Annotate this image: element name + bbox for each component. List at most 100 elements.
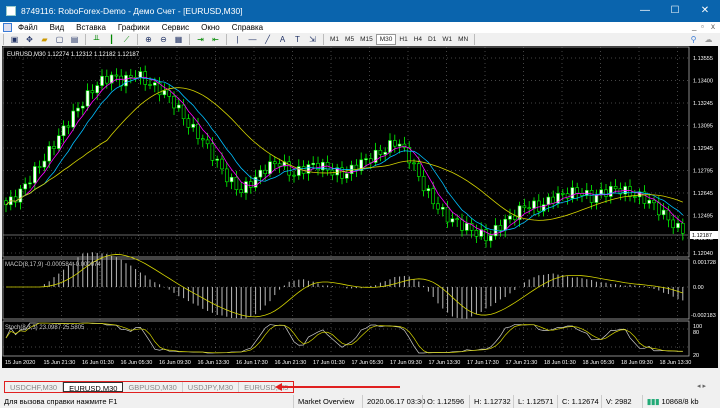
candle-body xyxy=(23,183,28,190)
candle-body xyxy=(90,90,95,94)
stoch-label: Stoch(8,3,3) 23.0987 25.5805 xyxy=(5,325,85,331)
status-profile[interactable]: Market Overview xyxy=(293,395,358,408)
macd-label: MACD(8,17,9) -0.000584 -0.000074 xyxy=(5,262,101,268)
search-icon[interactable]: ⚲ xyxy=(688,34,699,45)
candle-body xyxy=(28,182,32,185)
line-chart-icon[interactable]: ⟋ xyxy=(121,34,132,45)
candle-body xyxy=(42,160,47,168)
candle-body xyxy=(172,96,176,109)
macd-pane xyxy=(3,252,688,320)
tab-eurusd-m30[interactable]: EURUSD,M30 xyxy=(63,382,124,393)
text-label-icon[interactable]: T xyxy=(292,34,303,45)
menu-file[interactable]: Файл xyxy=(18,23,38,32)
menu-help[interactable]: Справка xyxy=(232,23,263,32)
timeframe-d1[interactable]: D1 xyxy=(425,35,439,44)
vertical-line-icon[interactable]: | xyxy=(232,34,243,45)
menu-tools[interactable]: Сервис xyxy=(162,23,189,32)
status-low: L: 1.12571 xyxy=(513,395,557,408)
time-label: 18 Jun 13:30 xyxy=(660,360,692,366)
timeframe-w1[interactable]: W1 xyxy=(439,35,455,44)
stoch-signal-line xyxy=(5,322,683,354)
stoch-scale-80: 80 xyxy=(693,330,699,336)
tester-icon[interactable]: ▤ xyxy=(69,34,80,45)
text-icon[interactable]: A xyxy=(277,34,288,45)
candle-body xyxy=(445,207,450,223)
candle-body xyxy=(368,158,373,163)
trendline-icon[interactable]: ╱ xyxy=(262,34,273,45)
mdi-minimize-button[interactable]: _ xyxy=(692,22,696,31)
candle-body xyxy=(503,218,508,231)
candle-body xyxy=(522,205,527,209)
annotation-arrow xyxy=(278,386,400,388)
candle-body xyxy=(138,71,143,78)
candle-body xyxy=(191,123,195,128)
time-label: 18 Jun 09:30 xyxy=(621,360,653,366)
close-button[interactable]: ✕ xyxy=(690,0,720,22)
moving-average-line xyxy=(5,87,683,221)
price-label: 1.13400 xyxy=(693,79,713,85)
candle-body xyxy=(81,105,85,109)
autoscroll-icon[interactable]: ⇥ xyxy=(195,34,206,45)
candle-body xyxy=(628,186,632,197)
candle-body xyxy=(508,215,512,220)
moving-average-line xyxy=(5,76,684,236)
chart-shift-icon[interactable]: ⇤ xyxy=(210,34,221,45)
tab-gbpusd-m30[interactable]: GBPUSD,M30 xyxy=(123,382,183,392)
new-chart-icon[interactable]: ▣ xyxy=(9,34,20,45)
chart-canvas[interactable]: 1.13555 1.13400 1.13245 1.13095 1.12945 1.127… xyxy=(2,46,718,368)
timeframe-h1[interactable]: H1 xyxy=(396,35,410,44)
candle-body xyxy=(632,196,637,198)
profiles-icon[interactable]: ▰ xyxy=(39,34,50,45)
timeframe-m1[interactable]: M1 xyxy=(327,35,342,44)
crosshair-move-icon[interactable]: ✥ xyxy=(24,34,35,45)
tab-usdchf-m30[interactable]: USDCHF,M30 xyxy=(5,382,64,392)
mdi-close-button[interactable]: x xyxy=(711,22,715,31)
zoom-in-icon[interactable]: ⊕ xyxy=(143,34,154,45)
candle-body xyxy=(37,166,42,168)
maximize-button[interactable]: ☐ xyxy=(660,0,690,22)
zoom-out-icon[interactable]: ⊖ xyxy=(158,34,169,45)
minimize-button[interactable]: — xyxy=(630,0,660,22)
candle-body xyxy=(181,104,186,120)
candle-body xyxy=(258,169,263,178)
candles xyxy=(4,65,685,248)
chart-header: EURUSD,M30 1.12274 1.12312 1.12182 1.121… xyxy=(7,52,140,58)
bar-chart-icon[interactable]: ╨ xyxy=(91,34,102,45)
candle-body xyxy=(186,118,191,128)
candlestick-icon[interactable]: ┃ xyxy=(106,34,117,45)
candle-body xyxy=(532,200,536,209)
timeframe-m15[interactable]: M15 xyxy=(357,35,376,44)
candle-body xyxy=(647,199,652,204)
timeframe-h4[interactable]: H4 xyxy=(411,35,425,44)
time-label: 15 Jun 21:30 xyxy=(44,360,76,366)
tab-scroll-arrows[interactable]: ◂ ▸ xyxy=(697,382,706,390)
candle-body xyxy=(225,168,229,183)
chat-icon[interactable]: ☁ xyxy=(703,34,714,45)
candle-body xyxy=(263,169,268,175)
candle-body xyxy=(536,200,541,212)
time-label: 17 Jun 21:30 xyxy=(506,360,538,366)
timeframe-m5[interactable]: M5 xyxy=(342,35,357,44)
candle-body xyxy=(105,76,109,84)
candle-body xyxy=(608,186,613,197)
navigator-icon[interactable]: ▢ xyxy=(54,34,65,45)
timeframe-mn[interactable]: MN xyxy=(455,35,471,44)
menu-insert[interactable]: Вставка xyxy=(76,23,106,32)
candle-body xyxy=(589,190,594,203)
tab-usdjpy-m30[interactable]: USDJPY,M30 xyxy=(183,382,240,392)
candle-body xyxy=(52,145,56,149)
candle-body xyxy=(546,196,551,205)
menu-window[interactable]: Окно xyxy=(201,23,220,32)
tile-windows-icon[interactable]: ▦ xyxy=(173,34,184,45)
arrows-dropdown-icon[interactable]: ⇲ xyxy=(307,34,318,45)
chart-window[interactable]: 1.13555 1.13400 1.13245 1.13095 1.12945 1.127… xyxy=(2,46,718,368)
chart-window-icon xyxy=(3,23,12,32)
timeframe-m30[interactable]: M30 xyxy=(375,34,397,45)
candle-body xyxy=(661,209,666,216)
menu-charts[interactable]: Графики xyxy=(118,23,150,32)
menu-view[interactable]: Вид xyxy=(50,23,64,32)
mdi-restore-button[interactable]: ▫ xyxy=(701,22,704,31)
horizontal-line-icon[interactable]: — xyxy=(247,34,258,45)
candle-body xyxy=(527,207,532,210)
candle-body xyxy=(460,219,464,231)
